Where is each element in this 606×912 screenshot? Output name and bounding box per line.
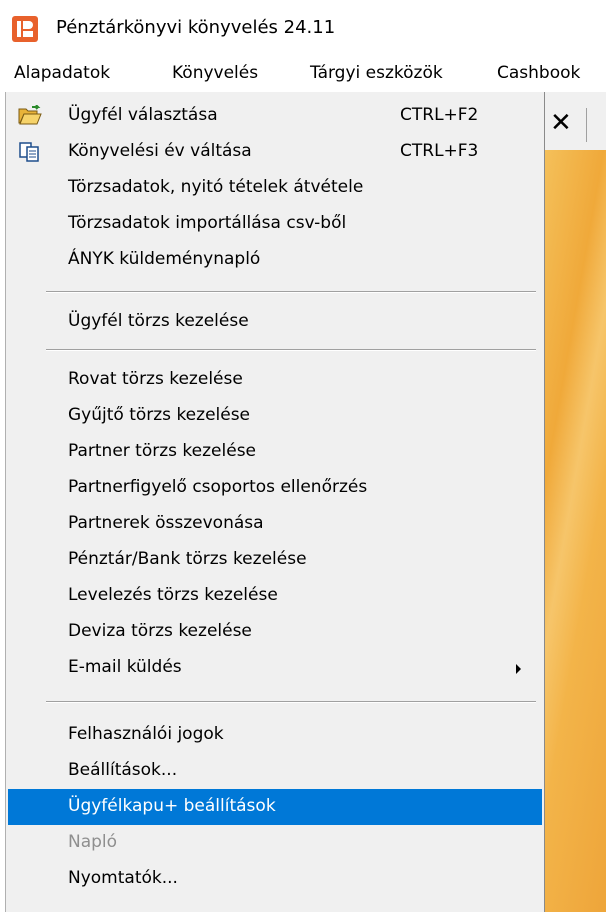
toolbar-separator: [586, 108, 587, 142]
menu-item-label: Pénztár/Bank törzs kezelése: [68, 549, 307, 569]
window-title: Pénztárkönyvi könyvelés 24.11: [56, 17, 336, 38]
menu-item-torzsadatok-atvetele[interactable]: Törzsadatok, nyitó tételek átvétele: [8, 170, 542, 206]
menu-item-label: Törzsadatok importállása csv-ből: [68, 213, 347, 233]
title-fade: [340, 10, 420, 50]
menu-item-label: Napló: [68, 832, 118, 852]
menu-alapadatok[interactable]: Alapadatok: [14, 63, 110, 83]
menu-item-label: Felhasználói jogok: [68, 724, 224, 744]
menu-item-label: E-mail küldés: [68, 657, 182, 677]
menu-item-label: Ügyfélkapu+ beállítások: [68, 796, 276, 816]
menu-item-felhasznaloi-jogok[interactable]: Felhasználói jogok: [8, 717, 542, 753]
menu-item-beallitasok[interactable]: Beállítások...: [8, 753, 542, 789]
menu-item-rovat-torzs-kezelese[interactable]: Rovat törzs kezelése: [8, 362, 542, 398]
title-bar: Pénztárkönyvi könyvelés 24.11: [0, 0, 606, 58]
app-background: [545, 150, 606, 912]
menu-item-partner-torzs-kezelese[interactable]: Partner törzs kezelése: [8, 434, 542, 470]
menu-item-shortcut: CTRL+F3: [400, 141, 479, 161]
menu-bar: Alapadatok Könyvelés Tárgyi eszközök Cas…: [0, 58, 606, 92]
menu-separator: [46, 349, 536, 351]
menu-item-label: Nyomtatók...: [68, 868, 178, 888]
menu-item-label: Ügyfél törzs kezelése: [68, 311, 249, 331]
menu-item-label: Rovat törzs kezelése: [68, 369, 243, 389]
menu-item-label: Beállítások...: [68, 760, 178, 780]
menu-item-label: Könyvelési év váltása: [68, 141, 252, 161]
menu-item-label: Törzsadatok, nyitó tételek átvétele: [68, 177, 364, 197]
menu-item-label: Partnerfigyelő csoportos ellenőrzés: [68, 477, 368, 497]
menu-item-label: Ügyfél választása: [68, 105, 218, 125]
menu-cashbook[interactable]: Cashbook: [497, 63, 580, 83]
menu-item-label: Gyűjtő törzs kezelése: [68, 405, 251, 425]
menu-item-ugyfel-torzs-kezelese[interactable]: Ügyfél törzs kezelése: [8, 304, 542, 340]
menu-item-label: Levelezés törzs kezelése: [68, 585, 278, 605]
open-folder-icon: [18, 104, 42, 127]
menu-item-partnerfigyelo-ellenorzes[interactable]: Partnerfigyelő csoportos ellenőrzés: [8, 470, 542, 506]
menu-item-label: ÁNYK küldeménynapló: [68, 249, 261, 269]
menu-item-shortcut: CTRL+F2: [400, 105, 479, 125]
menu-item-partnerek-osszevonasa[interactable]: Partnerek összevonása: [8, 506, 542, 542]
menu-item-anyk-kuldemenynaplo[interactable]: ÁNYK küldeménynapló: [8, 242, 542, 278]
menu-item-deviza-torzs[interactable]: Deviza törzs kezelése: [8, 614, 542, 650]
menu-item-label: Partner törzs kezelése: [68, 441, 257, 461]
menu-item-label: Partnerek összevonása: [68, 513, 264, 533]
menu-item-torzsadatok-importalasa[interactable]: Törzsadatok importállása csv-ből: [8, 206, 542, 242]
menu-item-penztar-bank-torzs[interactable]: Pénztár/Bank törzs kezelése: [8, 542, 542, 578]
submenu-arrow-icon: [516, 664, 521, 674]
menu-item-email-kuldes[interactable]: E-mail küldés: [8, 650, 542, 686]
copy-pages-icon: [18, 141, 42, 163]
menu-separator: [46, 291, 536, 293]
menu-item-naplo: Napló: [8, 825, 542, 861]
menu-targyi-eszkozok[interactable]: Tárgyi eszközök: [310, 63, 443, 83]
menu-item-ugyfel-valasztasa[interactable]: Ügyfél választása CTRL+F2: [8, 98, 542, 134]
alapadatok-dropdown-menu: Ügyfél választása CTRL+F2 Könyvelési év …: [5, 92, 545, 912]
menu-item-levelezes-torzs[interactable]: Levelezés törzs kezelése: [8, 578, 542, 614]
menu-item-label: Deviza törzs kezelése: [68, 621, 252, 641]
menu-item-gyujto-torzs-kezelese[interactable]: Gyűjtő törzs kezelése: [8, 398, 542, 434]
menu-item-ugyfelkapu-beallitasok[interactable]: Ügyfélkapu+ beállítások: [8, 789, 542, 825]
close-icon[interactable]: ✕: [550, 110, 572, 136]
menu-separator: [46, 701, 536, 703]
app-logo-icon[interactable]: [12, 16, 38, 42]
menu-item-nyomtatok[interactable]: Nyomtatók...: [8, 861, 542, 897]
menu-item-konyvelesi-ev-valtasa[interactable]: Könyvelési év váltása CTRL+F3: [8, 134, 542, 170]
menu-konyveles[interactable]: Könyvelés: [172, 63, 258, 83]
